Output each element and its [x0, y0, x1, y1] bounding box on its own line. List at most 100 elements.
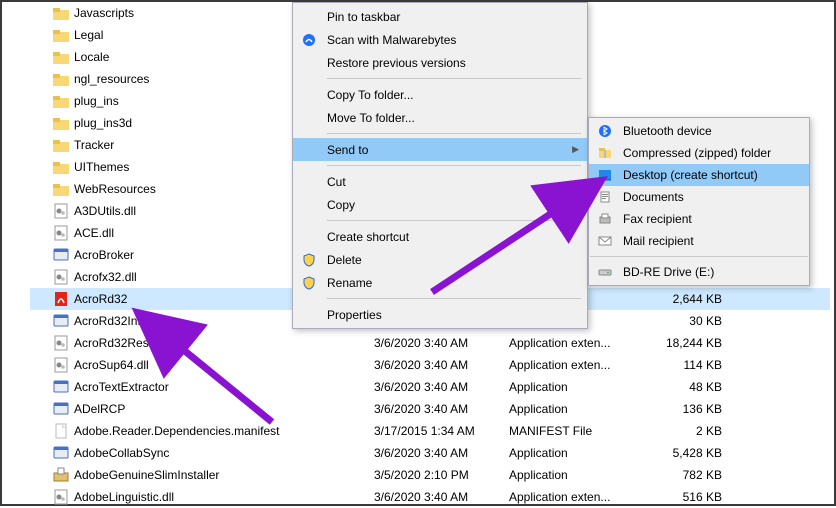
file-row[interactable]: ADelRCP3/6/2020 3:40 AMApplication136 KB [30, 398, 830, 420]
menu-rename-label: Rename [327, 276, 372, 290]
menu-delete[interactable]: Delete [293, 248, 587, 271]
dll-icon [52, 356, 70, 374]
file-type: Application [509, 380, 644, 394]
file-row[interactable]: AdobeCollabSync3/6/2020 3:40 AMApplicati… [30, 442, 830, 464]
file-size: 48 KB [644, 380, 722, 394]
file-row[interactable]: AcroTextExtractor3/6/2020 3:40 AMApplica… [30, 376, 830, 398]
dll-icon [52, 268, 70, 286]
file-size: 5,428 KB [644, 446, 722, 460]
file-date: 3/6/2020 3:40 AM [374, 336, 509, 350]
sendto-drive[interactable]: BD-RE Drive (E:) [589, 261, 809, 283]
menu-separator [327, 298, 581, 299]
folder-icon [52, 4, 70, 22]
file-name: ADelRCP [74, 402, 374, 416]
menu-copy-label: Copy [327, 198, 355, 212]
menu-restore-label: Restore previous versions [327, 56, 466, 70]
menu-separator [327, 165, 581, 166]
file-size: 18,244 KB [644, 336, 722, 350]
sendto-fax[interactable]: Fax recipient [589, 208, 809, 230]
file-type: Application [509, 468, 644, 482]
menu-restore[interactable]: Restore previous versions [293, 51, 587, 74]
sendto-compressed[interactable]: Compressed (zipped) folder [589, 142, 809, 164]
menu-moveto[interactable]: Move To folder... [293, 106, 587, 129]
sendto-documents[interactable]: Documents [589, 186, 809, 208]
bluetooth-icon [597, 123, 613, 139]
file-name: Adobe.Reader.Dependencies.manifest [74, 424, 374, 438]
file-name: AcroTextExtractor [74, 380, 374, 394]
file-row[interactable]: AdobeGenuineSlimInstaller3/5/2020 2:10 P… [30, 464, 830, 486]
desktop-icon [597, 167, 613, 183]
sendto-mail-label: Mail recipient [623, 234, 694, 248]
file-size: 782 KB [644, 468, 722, 482]
documents-icon [597, 189, 613, 205]
menu-sendto-label: Send to [327, 143, 368, 157]
folder-icon [52, 48, 70, 66]
malwarebytes-icon [301, 32, 317, 48]
menu-separator [327, 78, 581, 79]
sendto-documents-label: Documents [623, 190, 684, 204]
file-name: AdobeCollabSync [74, 446, 374, 460]
file-name: AdobeLinguistic.dll [74, 490, 374, 504]
file-size: 516 KB [644, 490, 722, 504]
menu-rename[interactable]: Rename [293, 271, 587, 294]
sendto-desktop-label: Desktop (create shortcut) [623, 168, 758, 182]
file-size: 2,644 KB [644, 292, 722, 306]
exeinstall-icon [52, 466, 70, 484]
zip-folder-icon [597, 145, 613, 161]
file-row[interactable]: AdobeLinguistic.dll3/6/2020 3:40 AMAppli… [30, 486, 830, 508]
menu-shortcut-label: Create shortcut [327, 230, 409, 244]
exe-icon [52, 444, 70, 462]
menu-copyto[interactable]: Copy To folder... [293, 83, 587, 106]
menu-pin[interactable]: Pin to taskbar [293, 5, 587, 28]
exe-icon [52, 312, 70, 330]
file-date: 3/6/2020 3:40 AM [374, 402, 509, 416]
submenu-arrow-icon: ▶ [572, 144, 579, 155]
pdf-icon [52, 290, 70, 308]
exe-icon [52, 400, 70, 418]
menu-cut[interactable]: Cut [293, 170, 587, 193]
sendto-compressed-label: Compressed (zipped) folder [623, 146, 771, 160]
context-menu[interactable]: Pin to taskbar Scan with Malwarebytes Re… [292, 2, 588, 329]
folder-icon [52, 92, 70, 110]
exe-icon [52, 246, 70, 264]
menu-sendto[interactable]: Send to ▶ [293, 138, 587, 161]
file-row[interactable]: Adobe.Reader.Dependencies.manifest3/17/2… [30, 420, 830, 442]
sendto-bluetooth[interactable]: Bluetooth device [589, 120, 809, 142]
drive-icon [597, 264, 613, 280]
file-type: MANIFEST File [509, 424, 644, 438]
sendto-submenu[interactable]: Bluetooth device Compressed (zipped) fol… [588, 117, 810, 286]
menu-scan-label: Scan with Malwarebytes [327, 33, 456, 47]
file-name: AdobeGenuineSlimInstaller [74, 468, 374, 482]
file-type: Application [509, 446, 644, 460]
sendto-drive-label: BD-RE Drive (E:) [623, 265, 714, 279]
file-date: 3/5/2020 2:10 PM [374, 468, 509, 482]
sendto-mail[interactable]: Mail recipient [589, 230, 809, 252]
menu-separator [590, 256, 808, 257]
menu-scan[interactable]: Scan with Malwarebytes [293, 28, 587, 51]
mail-icon [597, 233, 613, 249]
menu-separator [327, 220, 581, 221]
menu-copy[interactable]: Copy [293, 193, 587, 216]
file-type: Application exten... [509, 358, 644, 372]
manifest-icon [52, 422, 70, 440]
dll-icon [52, 334, 70, 352]
file-row[interactable]: AcroRd32Res.dll3/6/2020 3:40 AMApplicati… [30, 332, 830, 354]
file-date: 3/6/2020 3:40 AM [374, 358, 509, 372]
menu-properties[interactable]: Properties [293, 303, 587, 326]
shield-delete-icon [301, 252, 317, 268]
shield-rename-icon [301, 275, 317, 291]
file-row[interactable]: AcroSup64.dll3/6/2020 3:40 AMApplication… [30, 354, 830, 376]
exe-icon [52, 378, 70, 396]
file-date: 3/17/2015 1:34 AM [374, 424, 509, 438]
menu-copyto-label: Copy To folder... [327, 88, 414, 102]
fax-icon [597, 211, 613, 227]
file-name: AcroRd32Res.dll [74, 336, 374, 350]
sendto-fax-label: Fax recipient [623, 212, 692, 226]
menu-shortcut[interactable]: Create shortcut [293, 225, 587, 248]
menu-separator [327, 133, 581, 134]
menu-moveto-label: Move To folder... [327, 111, 415, 125]
menu-properties-label: Properties [327, 308, 382, 322]
sendto-desktop[interactable]: Desktop (create shortcut) [589, 164, 809, 186]
file-size: 2 KB [644, 424, 722, 438]
file-type: Application exten... [509, 490, 644, 504]
